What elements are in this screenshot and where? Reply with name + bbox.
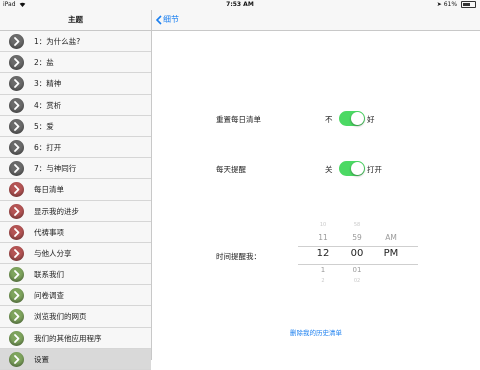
back-label: 细节 bbox=[163, 15, 179, 24]
reset-list-off-label: 不 bbox=[325, 115, 333, 124]
sidebar-item-label: 7：与神同行 bbox=[34, 164, 77, 174]
back-button[interactable]: 细节 bbox=[155, 10, 179, 30]
sidebar-item[interactable]: 1：为什么盐? bbox=[0, 31, 151, 53]
sidebar-item-label: 2：盐 bbox=[34, 58, 54, 68]
sidebar-item-label: 1：为什么盐? bbox=[34, 37, 81, 46]
sidebar-item-label: 每日清单 bbox=[34, 185, 64, 195]
sidebar-item[interactable]: 代祷事项 bbox=[0, 222, 151, 243]
chevron-right-icon bbox=[9, 309, 24, 325]
sidebar-item[interactable]: 每日清单 bbox=[0, 179, 151, 201]
sidebar-item[interactable]: 浏览我们的网页 bbox=[0, 306, 151, 328]
sidebar-item-label: 与他人分享 bbox=[34, 248, 72, 258]
battery-percent: 61% bbox=[443, 1, 458, 8]
picker-option[interactable]: 1 bbox=[306, 266, 340, 274]
chevron-right-icon bbox=[9, 161, 24, 177]
sidebar-item-label: 联系我们 bbox=[34, 270, 64, 280]
daily-reminder-toggle[interactable] bbox=[339, 161, 365, 176]
clock: 7:53 AM bbox=[226, 1, 254, 8]
sidebar-item[interactable]: 我们的其他应用程序 bbox=[0, 328, 151, 349]
delete-history-link[interactable]: 删除我的历史清单 bbox=[266, 327, 366, 337]
chevron-right-icon bbox=[9, 224, 24, 240]
chevron-right-icon bbox=[9, 34, 24, 49]
detail-navbar: 细节 bbox=[152, 10, 480, 31]
sidebar-item[interactable]: 5：爱 bbox=[0, 116, 151, 137]
sidebar-item[interactable]: 7：与神同行 bbox=[0, 158, 151, 180]
sidebar-item-label: 显示我的进步 bbox=[34, 206, 79, 216]
sidebar-item-label: 设置 bbox=[34, 354, 49, 364]
sidebar-item-label: 浏览我们的网页 bbox=[34, 312, 87, 322]
picker-option[interactable]: 59 bbox=[342, 233, 372, 242]
sidebar-item[interactable]: 与他人分享 bbox=[0, 243, 151, 265]
daily-reminder-off-label: 关 bbox=[325, 165, 333, 174]
chevron-right-icon bbox=[9, 267, 24, 283]
chevron-right-icon bbox=[9, 203, 24, 219]
picker-option[interactable]: 12 bbox=[306, 248, 340, 259]
picker-option[interactable]: AM bbox=[374, 233, 408, 242]
chevron-right-icon bbox=[9, 351, 24, 367]
chevron-right-icon bbox=[9, 139, 24, 155]
picker-option[interactable]: 11 bbox=[306, 233, 340, 242]
sidebar-item[interactable]: 4：赏析 bbox=[0, 95, 151, 116]
ampm-wheel[interactable]: AM PM bbox=[374, 222, 408, 288]
picker-option[interactable]: 00 bbox=[342, 248, 372, 259]
sidebar-item[interactable]: 6：打开 bbox=[0, 137, 151, 159]
picker-option[interactable]: 01 bbox=[342, 266, 372, 274]
daily-reminder-on-label: 打开 bbox=[367, 165, 382, 174]
picker-option[interactable]: 10 bbox=[306, 222, 340, 228]
sidebar-item[interactable]: 3：精神 bbox=[0, 73, 151, 95]
time-picker[interactable]: 10 11 12 1 2 58 59 00 01 02 AM PM bbox=[298, 222, 418, 288]
sidebar-item[interactable]: 问卷调查 bbox=[0, 285, 151, 307]
chevron-right-icon bbox=[9, 330, 24, 346]
reset-list-label: 重置每日清单 bbox=[216, 115, 261, 124]
chevron-right-icon bbox=[9, 182, 24, 198]
sidebar-item[interactable]: 2：盐 bbox=[0, 52, 151, 74]
chevron-right-icon bbox=[9, 76, 24, 92]
reset-list-on-label: 好 bbox=[367, 115, 375, 124]
sidebar-item[interactable]: 联系我们 bbox=[0, 264, 151, 286]
sidebar-item-label: 问卷调查 bbox=[34, 291, 64, 301]
sidebar-item-label: 代祷事项 bbox=[34, 227, 64, 237]
topic-list: 1：为什么盐? 2：盐 3：精神 4：赏析 5：爱 6：打开 7：与神同行 每日清单显示我的进… bbox=[0, 31, 151, 370]
chevron-right-icon bbox=[9, 97, 24, 113]
minute-wheel[interactable]: 58 59 00 01 02 bbox=[342, 222, 372, 288]
chevron-right-icon bbox=[9, 288, 24, 304]
picker-option[interactable]: 58 bbox=[342, 222, 372, 228]
picker-option[interactable]: 02 bbox=[342, 278, 372, 284]
picker-option[interactable]: 2 bbox=[306, 278, 340, 284]
location-icon: ➤ bbox=[436, 1, 442, 8]
status-bar: iPad 7:53 AM ➤ 61% bbox=[0, 0, 480, 10]
sidebar-item-label: 我们的其他应用程序 bbox=[34, 333, 102, 343]
sidebar-item[interactable]: 显示我的进步 bbox=[0, 201, 151, 222]
sidebar: 主题 1：为什么盐? 2：盐 3：精神 4：赏析 5：爱 6：打开 7：与神同行 每日清单显示… bbox=[0, 10, 152, 370]
sidebar-item-label: 5：爱 bbox=[34, 121, 54, 131]
chevron-right-icon bbox=[9, 118, 24, 134]
hour-wheel[interactable]: 10 11 12 1 2 bbox=[306, 222, 340, 288]
picker-option[interactable]: PM bbox=[374, 248, 408, 259]
status-right: ➤ 61% bbox=[437, 0, 476, 10]
chevron-left-icon bbox=[155, 14, 162, 25]
sidebar-item-label: 3：精神 bbox=[34, 79, 62, 89]
remind-time-label: 时间提醒我： bbox=[216, 252, 261, 261]
daily-reminder-label: 每天提醒 bbox=[216, 165, 246, 174]
chevron-right-icon bbox=[9, 55, 24, 71]
battery-icon bbox=[461, 1, 476, 8]
sidebar-item-label: 4：赏析 bbox=[34, 100, 62, 110]
sidebar-item-label: 6：打开 bbox=[34, 142, 62, 152]
reset-list-toggle[interactable] bbox=[339, 111, 365, 126]
sidebar-title: 主题 bbox=[0, 10, 151, 31]
chevron-right-icon bbox=[9, 245, 24, 261]
sidebar-item[interactable]: 设置 bbox=[0, 348, 151, 370]
